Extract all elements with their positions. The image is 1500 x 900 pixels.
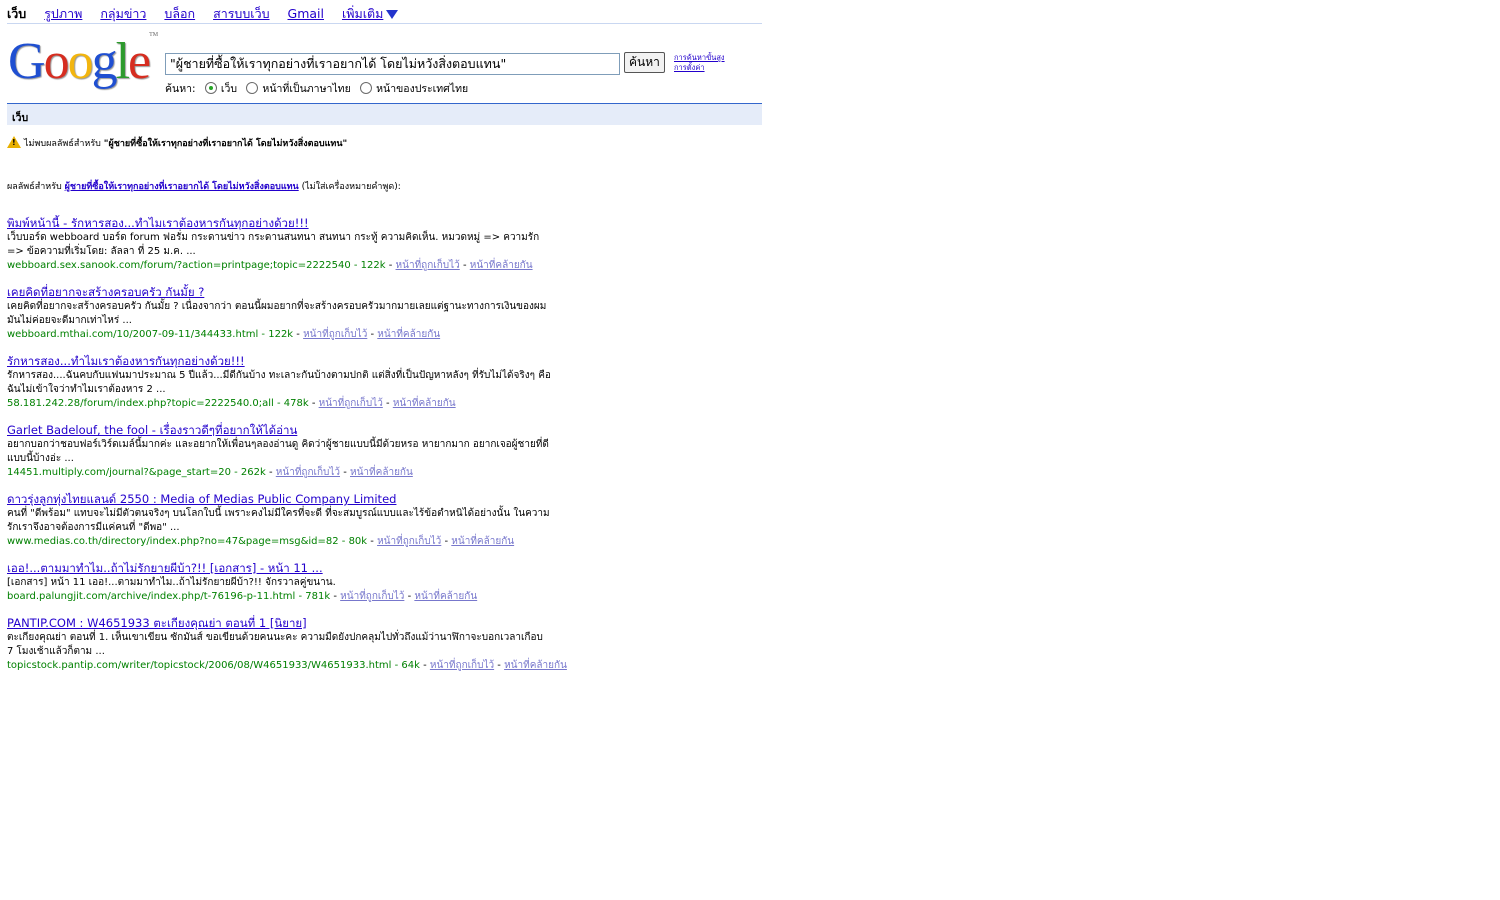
result-snippet: [เอกสาร] หน้า 11 เออ!...ตามมาทำไม..ถ้าไม… (7, 577, 336, 588)
dropdown-arrow-icon (386, 10, 399, 19)
similar-link[interactable]: หน้าที่คล้ายกัน (451, 536, 514, 547)
result-title-link[interactable]: เคยคิดที่อยากจะสร้างครอบครัว กันมั้ย ? (7, 285, 552, 299)
similar-link[interactable]: หน้าที่คล้ายกัน (377, 329, 440, 340)
result-url: www.medias.co.th/directory/index.php?no=… (7, 536, 368, 547)
result-item: รักหารสอง...ทำไมเราต้องหารกันทุกอย่างด้ว… (7, 354, 552, 411)
result-meta: webboard.sex.sanook.com/forum/?action=pr… (7, 260, 533, 271)
search-button[interactable]: ค้นหา (624, 52, 665, 73)
result-title-link[interactable]: รักหารสอง...ทำไมเราต้องหารกันทุกอย่างด้ว… (7, 354, 552, 368)
result-snippet: ตะเกียงคุณย่า ตอนที่ 1. เห็นเขาเขียน ซัก… (7, 632, 543, 657)
cached-link[interactable]: หน้าที่ถูกเก็บไว้ (319, 398, 383, 409)
cached-link[interactable]: หน้าที่ถูกเก็บไว้ (303, 329, 367, 340)
results-list: พิมพ์หน้านี้ - รักหารสอง...ทำไมเราต้องหา… (7, 216, 567, 685)
result-snippet: อยากบอกว่าชอบฟอร์เวิร์ดเมล์นี้มากค่ะ และ… (7, 439, 549, 464)
result-snippet: เว็บบอร์ด webboard บอร์ด forum ฟอรั่ม กร… (7, 232, 540, 257)
result-item: พิมพ์หน้านี้ - รักหารสอง...ทำไมเราต้องหา… (7, 216, 552, 273)
cached-link[interactable]: หน้าที่ถูกเก็บไว้ (340, 591, 404, 602)
cached-link[interactable]: หน้าที่ถูกเก็บไว้ (377, 536, 441, 547)
result-title-link[interactable]: PANTIP.COM : W4651933 ตะเกียงคุณย่า ตอนท… (7, 616, 552, 630)
result-url: topicstock.pantip.com/writer/topicstock/… (7, 660, 420, 671)
scope-option-web: เว็บ (220, 83, 238, 95)
top-navigation: เว็บ รูปภาพ กลุ่มข่าว บล็อก สารบบเว็บ Gm… (7, 4, 399, 24)
result-item: เออ!...ตามมาทำไม..ถ้าไม่รักยายผีบ้า?!! [… (7, 561, 552, 604)
result-item: Garlet Badelouf, the fool - เรื่องราวดีๆ… (7, 423, 552, 480)
nav-more-label: เพิ่มเติม (341, 6, 384, 21)
scope-option-thailand: หน้าของประเทศไทย (376, 83, 469, 95)
result-item: ดาวรุ่งลูกทุ่งไทยแลนด์ 2550 : Media of M… (7, 492, 552, 549)
result-meta: topicstock.pantip.com/writer/topicstock/… (7, 660, 567, 671)
similar-link[interactable]: หน้าที่คล้ายกัน (470, 260, 533, 271)
logo-trademark: TM (149, 32, 159, 38)
scope-label: ค้นหา: (165, 83, 196, 95)
result-meta: board.palungjit.com/archive/index.php/t-… (7, 591, 478, 602)
similar-link[interactable]: หน้าที่คล้ายกัน (393, 398, 456, 409)
result-snippet: เคยคิดที่อยากจะสร้างครอบครัว กันมั้ย ? เ… (7, 301, 547, 326)
result-item: เคยคิดที่อยากจะสร้างครอบครัว กันมั้ย ? เ… (7, 285, 552, 342)
warning-query: "ผู้ชายที่ซื้อให้เราทุกอย่างที่เราอยากได… (103, 139, 348, 149)
alternative-results-notice: ผลลัพธ์สำหรับ ผู้ชายที่ซื้อให้เราทุกอย่า… (7, 180, 422, 194)
result-meta: www.medias.co.th/directory/index.php?no=… (7, 536, 515, 547)
result-meta: 14451.multiply.com/journal?&page_start=2… (7, 467, 413, 478)
scope-radio-thailand[interactable] (360, 82, 373, 94)
result-url: webboard.sex.sanook.com/forum/?action=pr… (7, 260, 386, 271)
scope-radio-web[interactable] (204, 82, 217, 94)
result-snippet: รักหารสอง....ฉันคบกับแฟนมาประมาณ 5 ปีแล้… (7, 370, 551, 395)
result-meta: webboard.mthai.com/10/2007-09-11/344433.… (7, 329, 441, 340)
nav-gmail-link[interactable]: Gmail (288, 6, 324, 21)
result-title-link[interactable]: พิมพ์หน้านี้ - รักหารสอง...ทำไมเราต้องหา… (7, 216, 552, 230)
cached-link[interactable]: หน้าที่ถูกเก็บไว้ (276, 467, 340, 478)
preferences-link[interactable]: การตั้งค่า (674, 63, 725, 73)
similar-link[interactable]: หน้าที่คล้ายกัน (414, 591, 477, 602)
scope-option-thai-language: หน้าที่เป็นภาษาไทย (262, 83, 351, 95)
scope-radio-thai-language[interactable] (246, 82, 259, 94)
advanced-links: การค้นหาขั้นสูง การตั้งค่า (674, 53, 725, 73)
cached-link[interactable]: หน้าที่ถูกเก็บไว้ (430, 660, 494, 671)
nav-more-link[interactable]: เพิ่มเติม (341, 6, 399, 21)
result-url: 58.181.242.28/forum/index.php?topic=2222… (7, 398, 309, 409)
no-results-warning: ไม่พบผลลัพธ์สำหรับ "ผู้ชายที่ซื้อให้เราท… (7, 136, 347, 150)
nav-blogs-link[interactable]: บล็อก (164, 6, 195, 21)
result-title-link[interactable]: เออ!...ตามมาทำไม..ถ้าไม่รักยายผีบ้า?!! [… (7, 561, 552, 575)
search-input[interactable] (165, 53, 620, 75)
search-scope: ค้นหา: เว็บ หน้าที่เป็นภาษาไทย หน้าของปร… (165, 80, 468, 97)
warning-prefix: ไม่พบผลลัพธ์สำหรับ (24, 139, 101, 149)
advanced-search-link[interactable]: การค้นหาขั้นสูง (674, 53, 725, 63)
result-url: webboard.mthai.com/10/2007-09-11/344433.… (7, 329, 294, 340)
results-header-label: เว็บ (12, 112, 29, 124)
nav-directory-link[interactable]: สารบบเว็บ (213, 6, 269, 21)
result-item: PANTIP.COM : W4651933 ตะเกียงคุณย่า ตอนท… (7, 616, 567, 673)
nav-groups-link[interactable]: กลุ่มข่าว (100, 6, 146, 21)
nav-images-link[interactable]: รูปภาพ (44, 6, 82, 21)
alt-suffix: (ไม่ใส่เครื่องหมายคำพูด): (301, 182, 401, 192)
google-logo[interactable]: GoogleTM (8, 32, 158, 91)
result-meta: 58.181.242.28/forum/index.php?topic=2222… (7, 398, 456, 409)
nav-web-current: เว็บ (7, 6, 27, 21)
results-header-bar: เว็บ (7, 103, 762, 125)
top-divider (7, 23, 762, 24)
similar-link[interactable]: หน้าที่คล้ายกัน (350, 467, 413, 478)
result-url: board.palungjit.com/archive/index.php/t-… (7, 591, 331, 602)
alt-prefix: ผลลัพธ์สำหรับ (7, 182, 62, 192)
cached-link[interactable]: หน้าที่ถูกเก็บไว้ (396, 260, 460, 271)
result-snippet: คนที่ "ดีพร้อม" แทบจะไม่มีตัวตนจริงๆ บนโ… (7, 508, 550, 533)
alt-query-link[interactable]: ผู้ชายที่ซื้อให้เราทุกอย่างที่เราอยากได้… (65, 182, 299, 192)
warning-icon (7, 136, 21, 148)
result-title-link[interactable]: Garlet Badelouf, the fool - เรื่องราวดีๆ… (7, 423, 552, 437)
result-url: 14451.multiply.com/journal?&page_start=2… (7, 467, 266, 478)
result-title-link[interactable]: ดาวรุ่งลูกทุ่งไทยแลนด์ 2550 : Media of M… (7, 492, 552, 506)
similar-link[interactable]: หน้าที่คล้ายกัน (504, 660, 567, 671)
